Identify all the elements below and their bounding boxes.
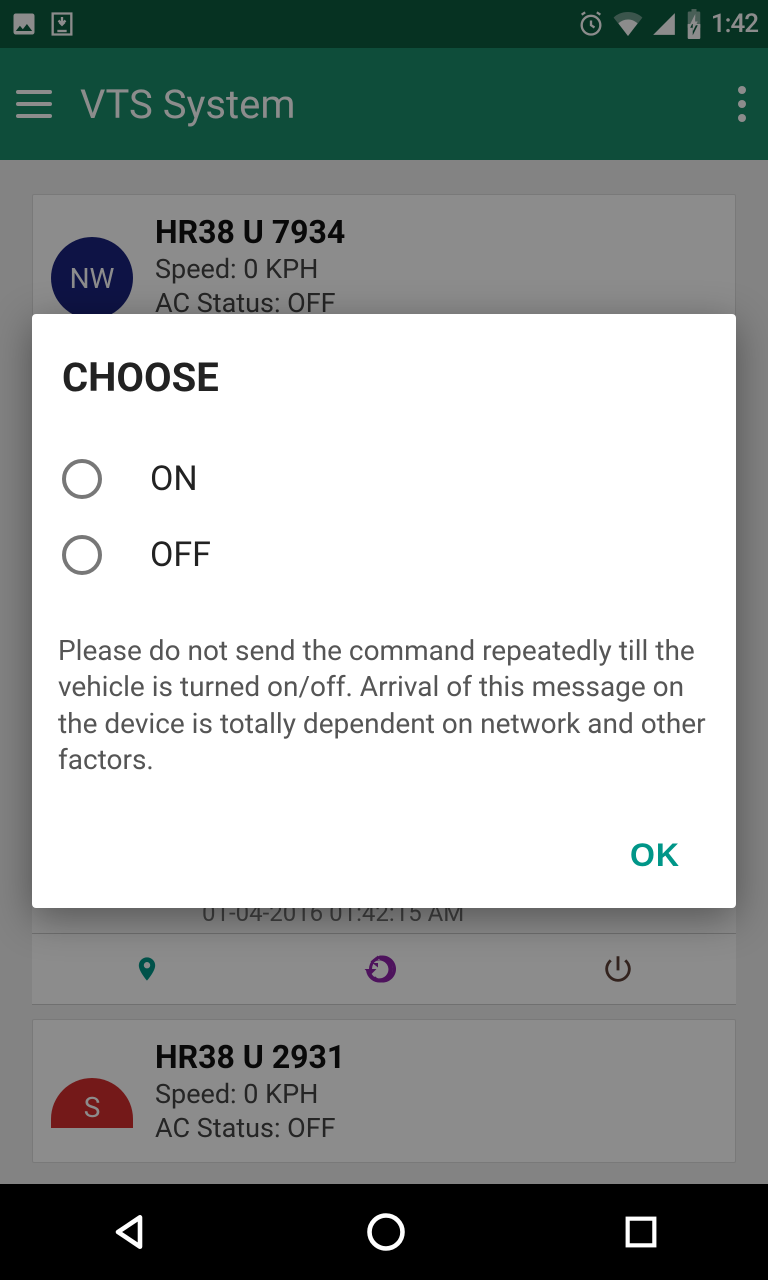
radio-option-off[interactable]: OFF (56, 517, 712, 593)
recents-icon[interactable] (621, 1212, 661, 1252)
dialog-title: CHOOSE (56, 354, 712, 401)
back-icon[interactable] (107, 1210, 151, 1254)
radio-label: OFF (150, 535, 211, 575)
radio-label: ON (150, 459, 198, 499)
navigation-bar (0, 1184, 768, 1280)
choose-dialog: CHOOSE ON OFF Please do not send the com… (32, 314, 736, 908)
home-icon[interactable] (364, 1210, 408, 1254)
radio-option-on[interactable]: ON (56, 441, 712, 517)
radio-icon (62, 535, 102, 575)
ok-button[interactable]: OK (618, 827, 692, 884)
radio-icon (62, 459, 102, 499)
dialog-message: Please do not send the command repeatedl… (56, 633, 712, 779)
